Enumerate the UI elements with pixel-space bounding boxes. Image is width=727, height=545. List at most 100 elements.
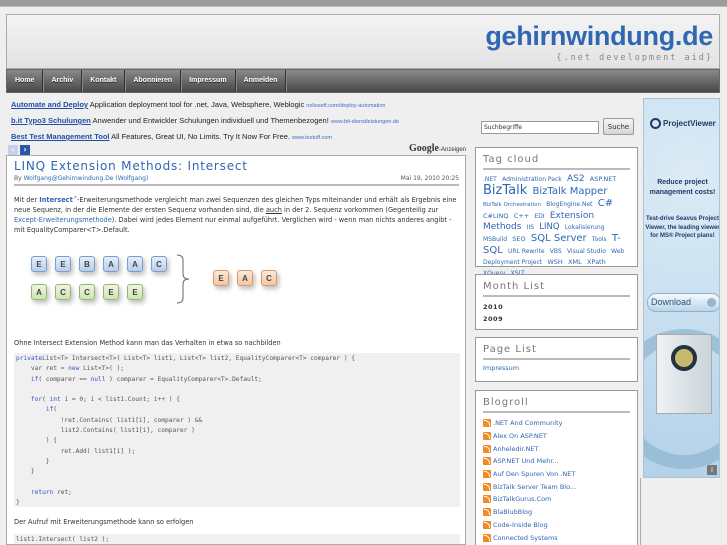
download-button[interactable]: Download [647,293,719,312]
tag-link[interactable]: IIS [527,224,534,231]
blogroll-item[interactable]: BlaBlubBlog [483,506,630,519]
blogroll-item[interactable]: BizTalk Server Team Blo... [483,480,630,493]
ad-title[interactable]: b.it Typo3 Schulungen [11,116,91,125]
disc-icon [671,345,697,371]
blogroll-link[interactable]: Alex On ASP.NET [493,432,547,440]
nav-abonnieren[interactable]: Abonnieren [125,70,182,92]
rss-icon[interactable] [483,444,491,453]
nav-anmelden[interactable]: Anmelden [236,70,287,92]
rss-icon[interactable] [483,419,491,428]
tag-link[interactable]: ASP.NET [590,175,617,183]
rss-icon[interactable] [483,520,491,529]
blogroll-item[interactable]: Auf Den Spuren Von .NET [483,468,630,481]
blogroll-link[interactable]: BizTalkGurus.Com [493,495,551,503]
except-link[interactable]: Except-Erweiterungsmethode [14,216,112,224]
tag-link[interactable]: BizTalk Mapper [532,186,607,197]
post-title[interactable]: LINQ Extension Methods: Intersect [14,159,248,173]
tag-link[interactable]: VBS [550,248,562,255]
blogroll-item[interactable]: Connected Systems [483,531,630,544]
rss-icon[interactable] [483,482,491,491]
code-line: } [16,468,35,476]
tag-link[interactable]: AS2 [567,174,585,184]
rss-icon[interactable] [483,508,491,517]
tag-link[interactable]: XPath [587,258,606,266]
blogroll-link[interactable]: .NET And Community [493,419,562,427]
widget-title: Tag cloud [483,154,630,170]
search-button[interactable]: Suche [603,118,634,135]
rss-icon[interactable] [483,495,491,504]
element-tile: E [127,284,143,300]
banner-text: Test-drive Seavus Project Viewer, the le… [645,216,720,239]
month-list-widget: Month List 2010 2009 [475,274,638,330]
blogroll-link[interactable]: Connected Systems [493,534,558,542]
tag-link[interactable]: URL Rewrite [508,248,545,255]
tag-link[interactable]: Lokalisierung [565,224,605,231]
tag-link[interactable]: EDI [534,213,544,220]
tag-link[interactable]: .NET [483,176,497,183]
blogroll-item[interactable]: Anheledir.NET [483,442,630,455]
ad-pager: ‹ › [8,145,30,155]
ad-url[interactable]: nolioseft.com/deploy-automation [306,103,385,109]
month-item[interactable]: 2010 [483,301,630,313]
tag-link[interactable]: C++ [514,212,529,220]
text-ads: Automate and Deploy Application deployme… [11,99,471,147]
banner-ad[interactable]: ProjectViewer Reduce project management … [643,98,720,478]
tag-link[interactable]: LINQ [539,222,559,232]
blogroll-link[interactable]: BizTalk Server Team Blo... [493,483,576,491]
intersect-link[interactable]: Intersect [39,196,72,204]
page-link-impressum[interactable]: Impressum [483,364,519,372]
nav-kontakt[interactable]: Kontakt [82,70,126,92]
rss-icon[interactable] [483,533,491,542]
author-link[interactable]: Wolfgang@Gehirnwindung.De (Wolfgang) [24,175,149,182]
chevron-right-icon[interactable]: › [20,145,30,155]
blogroll-link[interactable]: BlaBlubBlog [493,508,532,516]
nav-archiv[interactable]: Archiv [43,70,83,92]
blogroll-item[interactable]: .NET And Community [483,417,630,430]
tag-link[interactable]: BlogEngine.Net [546,201,592,208]
blogroll-item[interactable]: BizTalkGurus.Com [483,493,630,506]
tag-link[interactable]: BizTalk [483,183,527,198]
blogroll-link[interactable]: Auf Den Spuren Von .NET [493,470,575,478]
tag-link[interactable]: BizTalk Orchestration [483,202,541,208]
tag-link[interactable]: WSH [547,258,562,266]
blogroll-link[interactable]: Anheledir.NET [493,445,539,453]
blogroll-item[interactable]: ASP.NET Und Mehr... [483,455,630,468]
tag-link[interactable]: Visual Studio [567,248,606,255]
info-icon[interactable]: i [707,465,717,475]
rss-icon[interactable] [483,470,491,479]
google-ads-label[interactable]: Google-Anzeigen [409,143,466,154]
ad-title[interactable]: Best Test Management Tool [11,132,110,141]
code-line: privateList<T> Intersect<T>( List<T> lis… [16,355,355,362]
tag-link[interactable]: XML [568,258,582,266]
tag-link[interactable]: MSBuild [483,236,507,243]
widget-title: Page List [483,344,630,360]
tag-link[interactable]: C# [598,198,613,209]
anzeigen-label: -Anzeigen [439,147,467,153]
search-input[interactable] [481,121,599,134]
chevron-left-icon[interactable]: ‹ [8,145,18,155]
tag-link[interactable]: SEO [512,235,525,243]
banner-headline: Reduce project management costs! [649,179,716,196]
month-item[interactable]: 2009 [483,313,630,325]
nav-impressum[interactable]: Impressum [181,70,236,92]
blogroll-link[interactable]: Code-Inside Blog [493,521,548,529]
ad-url[interactable]: www.testuff.com [292,135,332,141]
tag-link[interactable]: Tools [592,236,607,243]
element-tile: C [55,284,71,300]
tag-list: .NET Administration Pack AS2 ASP.NET Biz… [483,174,630,279]
ad-url[interactable]: www.bit-dienstleistungen.de [331,119,399,125]
text: auch [265,206,282,215]
blogroll-link[interactable]: ASP.NET Und Mehr... [493,457,559,465]
blogroll-item[interactable]: Alex On ASP.NET [483,430,630,443]
ad-title[interactable]: Automate and Deploy [11,100,88,109]
element-tile: B [79,256,95,272]
tag-link[interactable]: C#LINQ [483,212,509,220]
tag-link[interactable]: SQL Server [531,233,587,244]
arrow-right-icon [707,298,716,307]
site-title[interactable]: gehirnwindung.de [485,21,713,52]
rss-icon[interactable] [483,432,491,441]
rss-icon[interactable] [483,457,491,466]
blogroll-item[interactable]: Code-Inside Blog [483,519,630,532]
nav-home[interactable]: Home [7,70,44,92]
tag-link[interactable]: Administration Pack [502,176,562,183]
